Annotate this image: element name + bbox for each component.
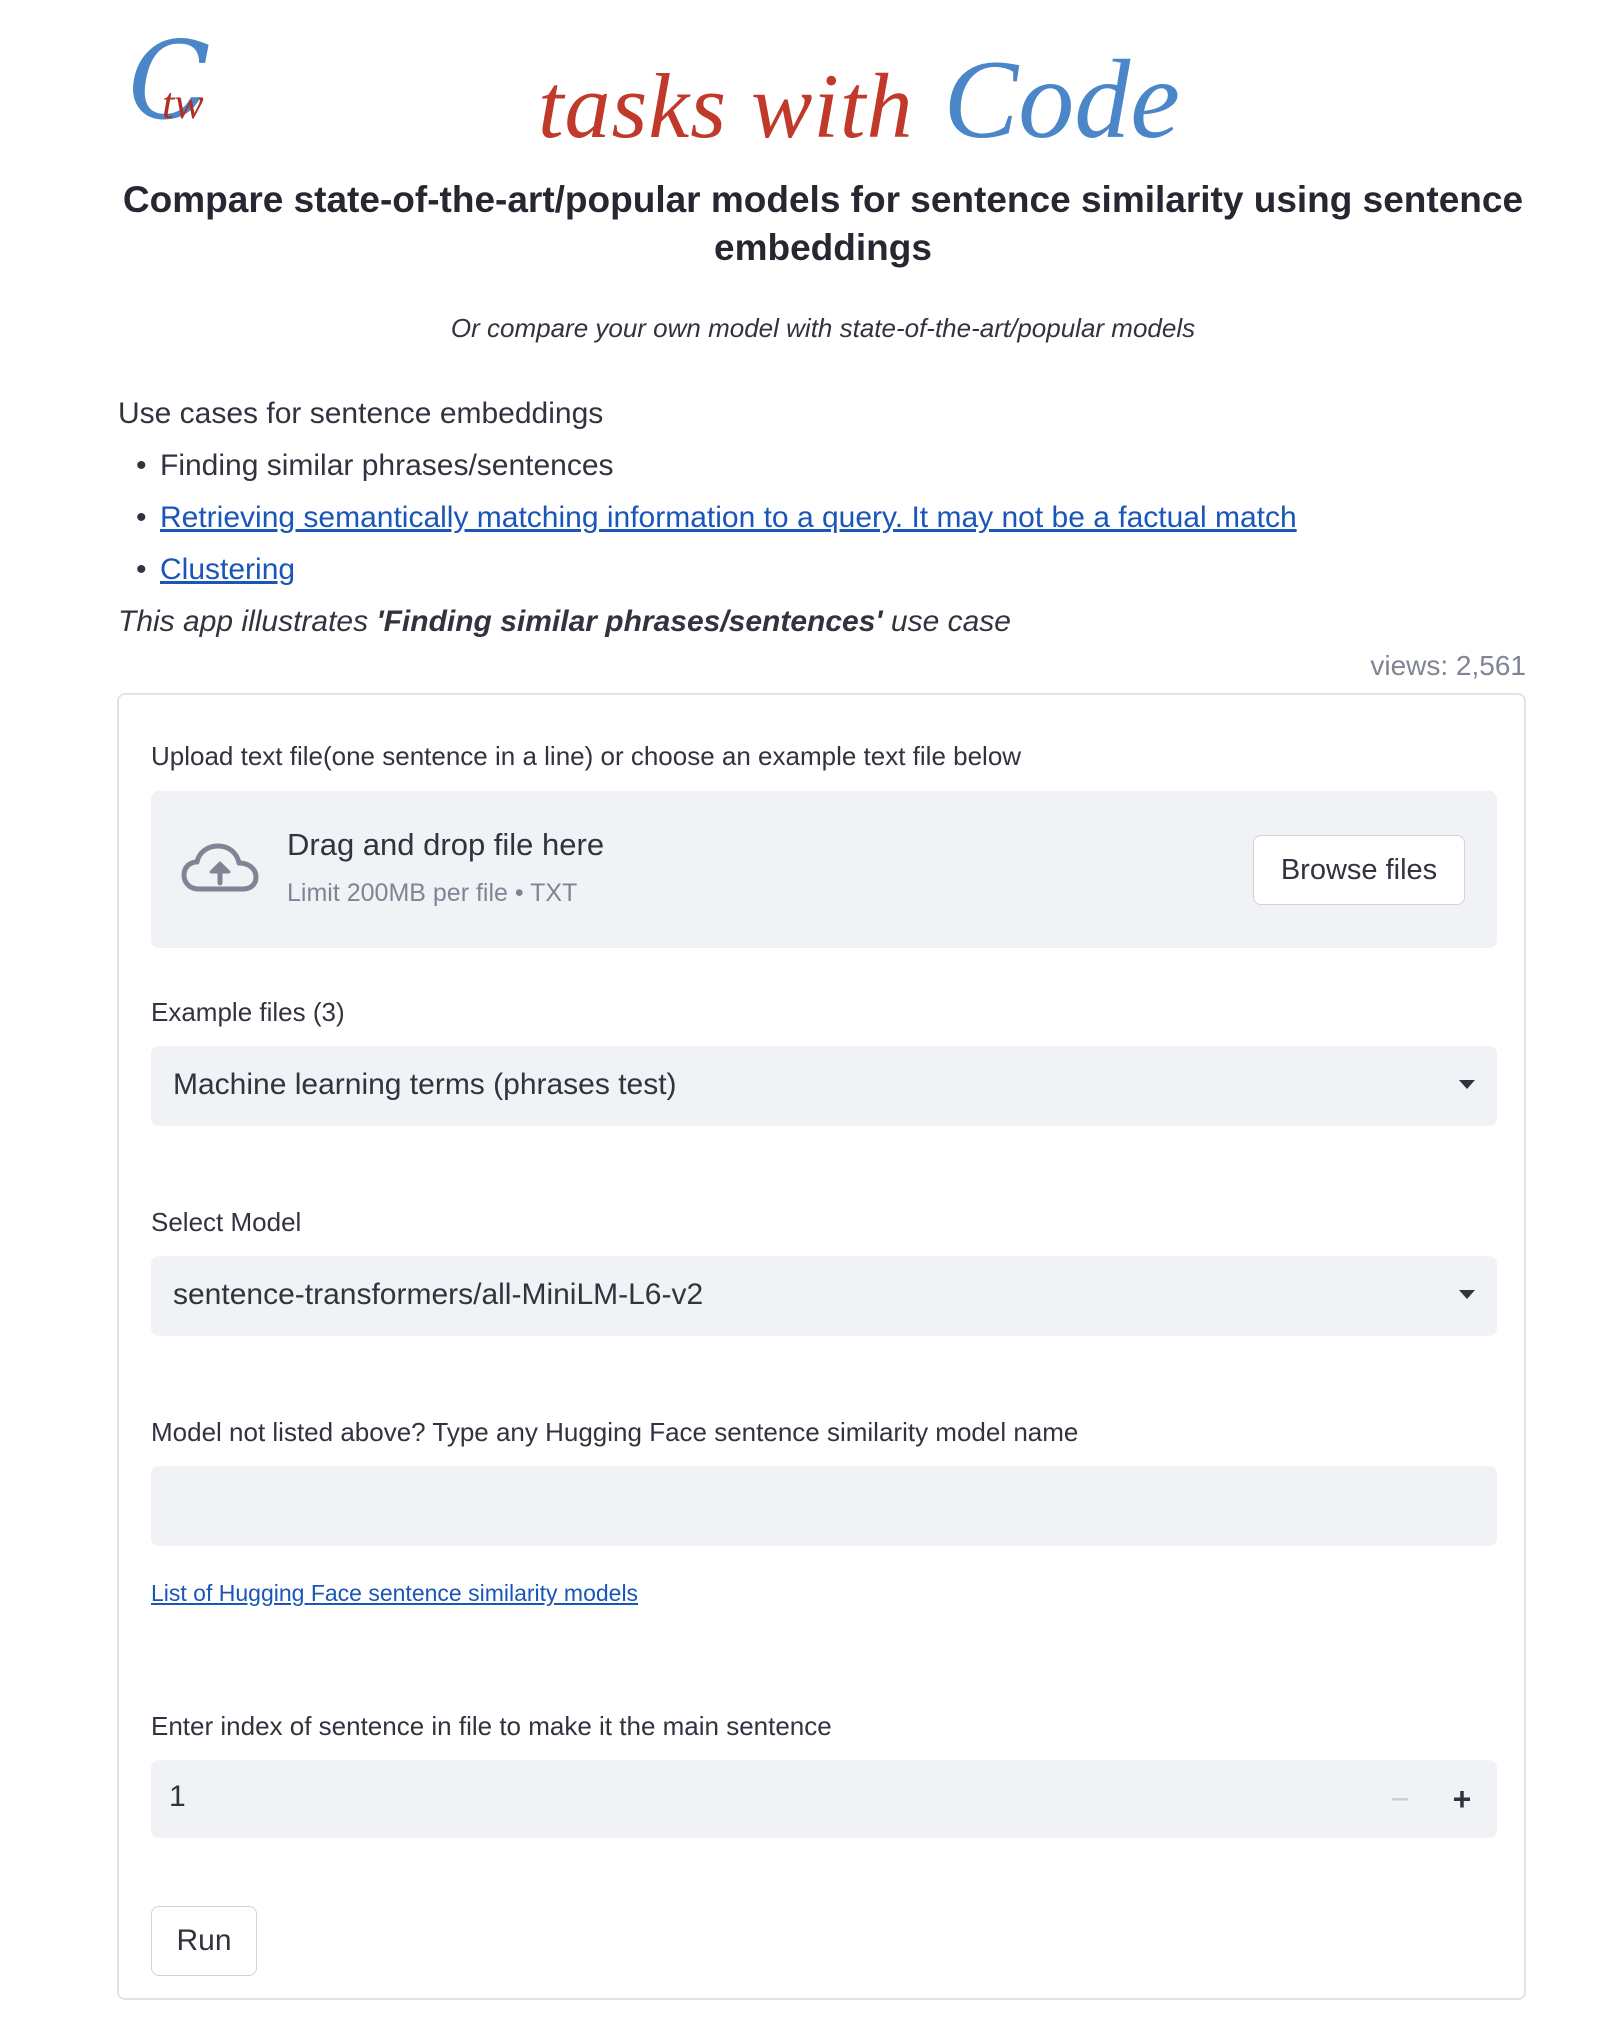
chevron-down-icon bbox=[1459, 1080, 1475, 1089]
example-files-selected: Machine learning terms (phrases test) bbox=[173, 1068, 677, 1101]
logo: C tw bbox=[128, 28, 224, 152]
sentence-index-label: Enter index of sentence in file to make … bbox=[151, 1711, 832, 1741]
use-case-item: Retrieving semantically matching informa… bbox=[118, 492, 1518, 544]
app-page: C tw tasks with Code Compare state-of-the… bbox=[0, 0, 1612, 2030]
page-subtitle: Or compare your own model with state-of-… bbox=[450, 313, 1196, 343]
decrement-button[interactable]: − bbox=[1375, 1774, 1425, 1824]
use-case-label: Finding similar phrases/sentences bbox=[160, 449, 614, 482]
use-case-item: Clustering bbox=[118, 544, 1518, 596]
file-dropzone[interactable]: Drag and drop file here Limit 200MB per … bbox=[151, 791, 1497, 948]
run-button[interactable]: Run bbox=[151, 1906, 257, 1976]
use-case-retrieval-link[interactable]: Retrieving semantically matching informa… bbox=[160, 501, 1297, 534]
use-cases-section: Use cases for sentence embeddings Findin… bbox=[118, 388, 1518, 648]
cloud-upload-icon bbox=[181, 843, 259, 892]
brand-text-code: Code bbox=[943, 38, 1180, 162]
custom-model-label: Model not listed above? Type any Hugging… bbox=[151, 1417, 1079, 1447]
views-counter: views: 2,561 bbox=[1370, 650, 1526, 681]
use-case-item: Finding similar phrases/sentences bbox=[118, 440, 1518, 492]
page-title: Compare state-of-the-art/popular models … bbox=[122, 179, 1524, 268]
select-model-label: Select Model bbox=[151, 1207, 302, 1237]
model-select[interactable]: sentence-transformers/all-MiniLM-L6-v2 bbox=[151, 1256, 1497, 1336]
browse-files-button[interactable]: Browse files bbox=[1253, 835, 1465, 905]
sentence-index-value[interactable]: 1 bbox=[169, 1780, 186, 1814]
dropzone-limit: Limit 200MB per file • TXT bbox=[287, 879, 578, 907]
model-selected: sentence-transformers/all-MiniLM-L6-v2 bbox=[173, 1278, 704, 1311]
use-case-clustering-link[interactable]: Clustering bbox=[160, 553, 295, 586]
chevron-down-icon bbox=[1459, 1290, 1475, 1299]
logo-letters-tw: tw bbox=[162, 79, 204, 128]
dropzone-title: Drag and drop file here bbox=[287, 827, 605, 862]
example-files-select[interactable]: Machine learning terms (phrases test) bbox=[151, 1046, 1497, 1126]
illustrates-note: This app illustrates 'Finding similar ph… bbox=[118, 596, 1518, 648]
form-container: Upload text file(one sentence in a line)… bbox=[117, 693, 1526, 2000]
sentence-index-stepper[interactable]: 1 − + bbox=[151, 1760, 1497, 1838]
use-cases-heading: Use cases for sentence embeddings bbox=[118, 397, 604, 430]
increment-button[interactable]: + bbox=[1437, 1774, 1487, 1824]
hf-models-link[interactable]: List of Hugging Face sentence similarity… bbox=[151, 1580, 638, 1607]
upload-label: Upload text file(one sentence in a line)… bbox=[151, 741, 1022, 771]
brand-text-tasks-with: tasks with bbox=[538, 55, 914, 157]
illustrates-prefix: This app illustrates bbox=[118, 605, 377, 638]
illustrates-bold: 'Finding similar phrases/sentences' bbox=[376, 605, 883, 638]
brand-wordmark: tasks with Code bbox=[538, 36, 1180, 162]
use-cases-list: Finding similar phrases/sentences Retrie… bbox=[118, 440, 1518, 596]
illustrates-suffix: use case bbox=[882, 605, 1011, 638]
example-files-label: Example files (3) bbox=[151, 997, 345, 1027]
custom-model-input[interactable] bbox=[151, 1466, 1497, 1546]
